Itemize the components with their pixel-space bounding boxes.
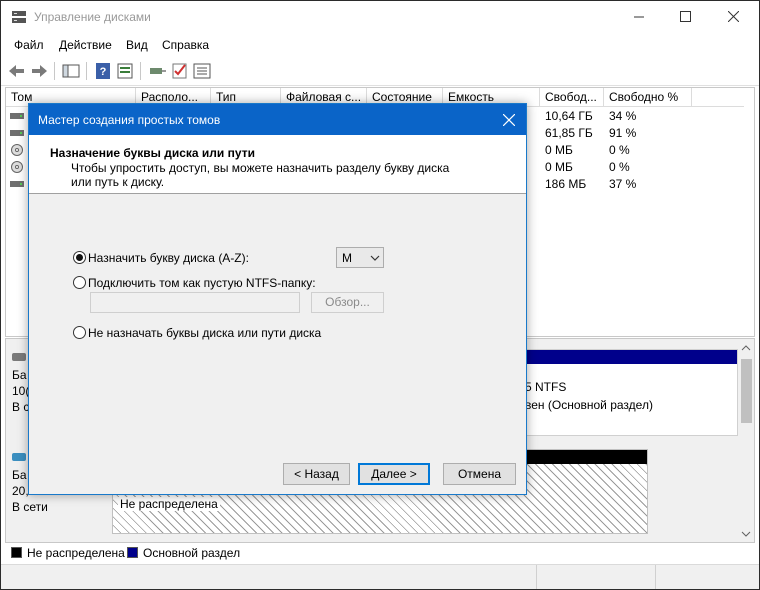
drive-letter-value: M: [342, 251, 352, 265]
cd-drive-icon: [11, 144, 23, 156]
cd-drive-icon: [11, 161, 23, 173]
disk-area-scrollbar[interactable]: [738, 339, 754, 542]
partition-status: вен (Основной раздел): [525, 398, 653, 412]
forward-arrow-icon[interactable]: [29, 61, 49, 81]
wizard-title-bar: Мастер создания простых томов: [29, 104, 526, 135]
scroll-down-icon[interactable]: [741, 531, 751, 537]
wizard-header: Назначение буквы диска или пути Чтобы уп…: [29, 135, 526, 194]
legend-primary-swatch: [127, 547, 138, 558]
minimize-button[interactable]: [616, 1, 662, 33]
maximize-button[interactable]: [662, 1, 708, 33]
help-icon[interactable]: ?: [93, 61, 113, 81]
wizard-step-title: Назначение буквы диска или пути: [50, 146, 255, 160]
free-percent-value: 37 %: [609, 177, 637, 191]
svg-text:?: ?: [100, 66, 107, 78]
close-button[interactable]: [710, 1, 756, 33]
assign-letter-label[interactable]: Назначить букву диска (A-Z):: [88, 251, 249, 265]
status-bar: [1, 564, 759, 589]
free-percent-value: 0 %: [609, 160, 630, 174]
minimize-icon: [633, 16, 644, 18]
column-header-free-percent[interactable]: Свободно %: [604, 88, 692, 107]
drive-icon: [10, 181, 24, 187]
menu-bar: Файл Действие Вид Справка: [1, 34, 759, 56]
no-letter-label[interactable]: Не назначать буквы диска или пути диска: [88, 326, 321, 340]
free-space-value: 186 МБ: [545, 177, 587, 191]
legend: Не распределена Основной раздел: [5, 543, 755, 563]
primary-partition-bar: [519, 350, 737, 364]
free-percent-value: 91 %: [609, 126, 637, 140]
back-arrow-icon[interactable]: [7, 61, 27, 81]
menu-view[interactable]: Вид: [126, 38, 148, 52]
free-space-value: 61,85 ГБ: [545, 126, 593, 140]
disk-1-icon: [12, 453, 26, 461]
toolbar: ?: [1, 56, 759, 86]
menu-file[interactable]: Файл: [14, 38, 44, 52]
no-letter-radio[interactable]: [73, 326, 86, 339]
wizard-title: Мастер создания простых томов: [38, 113, 221, 127]
wizard-close-icon[interactable]: [503, 114, 515, 126]
cancel-button[interactable]: Отмена: [443, 463, 516, 485]
checkmark-icon[interactable]: [170, 61, 190, 81]
scrollbar-thumb[interactable]: [741, 359, 752, 423]
partition-filesystem: 5 NTFS: [525, 380, 567, 394]
title-bar: Управление дисками: [1, 1, 759, 34]
unallocated-label: Не распределена: [118, 497, 220, 511]
maximize-icon: [679, 11, 691, 22]
free-percent-value: 0 %: [609, 143, 630, 157]
legend-unallocated-swatch: [11, 547, 22, 558]
toolbar-separator: [140, 62, 141, 80]
drive-icon: [10, 130, 24, 136]
disk-1-status: В сети: [12, 500, 48, 514]
disk-management-app-icon: [12, 11, 26, 23]
chevron-down-icon: [370, 255, 380, 261]
next-button[interactable]: Далее >: [358, 463, 430, 485]
legend-unallocated-label: Не распределена: [27, 546, 125, 560]
disk-0-icon: [12, 353, 26, 361]
free-space-value: 0 МБ: [545, 160, 573, 174]
menu-action[interactable]: Действие: [59, 38, 112, 52]
volume-list-scrollbar[interactable]: [744, 88, 754, 336]
close-icon: [727, 10, 739, 23]
status-divider: [655, 565, 656, 589]
free-percent-value: 34 %: [609, 109, 637, 123]
wizard-step-description: Чтобы упростить доступ, вы можете назнач…: [71, 161, 450, 189]
mount-folder-label[interactable]: Подключить том как пустую NTFS-папку:: [88, 276, 316, 290]
toolbar-separator: [54, 62, 55, 80]
browse-button[interactable]: Обзор...: [311, 292, 384, 313]
drive-letter-select[interactable]: M: [336, 247, 384, 268]
assign-letter-radio[interactable]: [73, 251, 86, 264]
mount-folder-radio[interactable]: [73, 276, 86, 289]
drive-icon: [10, 113, 24, 119]
scroll-up-icon[interactable]: [741, 345, 751, 351]
connect-icon[interactable]: [147, 61, 167, 81]
back-button[interactable]: < Назад: [283, 463, 350, 485]
free-space-value: 0 МБ: [545, 143, 573, 157]
menu-help[interactable]: Справка: [162, 38, 209, 52]
console-tree-icon[interactable]: [61, 61, 81, 81]
properties-icon[interactable]: [115, 61, 135, 81]
free-space-value: 10,64 ГБ: [545, 109, 593, 123]
ntfs-folder-path-input[interactable]: [90, 292, 300, 313]
disk-0-primary-partition[interactable]: 5 NTFS вен (Основной раздел): [518, 349, 738, 436]
window-title: Управление дисками: [34, 10, 151, 24]
legend-primary-label: Основной раздел: [143, 546, 241, 560]
status-divider: [536, 565, 537, 589]
list-view-icon[interactable]: [192, 61, 212, 81]
new-simple-volume-wizard: Мастер создания простых томов Назначение…: [28, 103, 527, 495]
column-header-free-space[interactable]: Свобод...: [540, 88, 604, 107]
toolbar-separator: [86, 62, 87, 80]
